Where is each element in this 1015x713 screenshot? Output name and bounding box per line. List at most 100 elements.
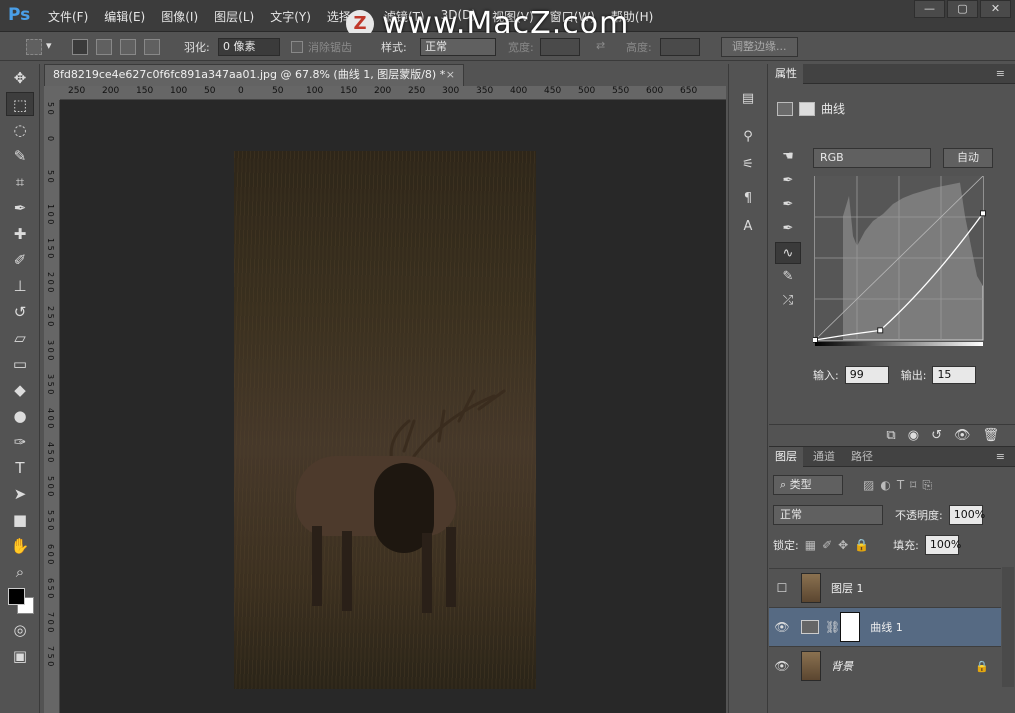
menu-edit[interactable]: 编辑(E) xyxy=(104,8,145,25)
curves-graph[interactable] xyxy=(813,176,987,348)
brushes-panel-icon[interactable]: ⚲ xyxy=(735,126,761,148)
tab-paths[interactable]: 路径 xyxy=(845,447,879,467)
pixel-filter-icon[interactable]: ▨ xyxy=(863,478,874,492)
antialias-checkbox[interactable] xyxy=(291,41,303,53)
healing-tool-icon[interactable]: ✚ xyxy=(6,222,34,246)
layer-row-curves1[interactable]: 👁 ⛓ 曲线 1 xyxy=(769,607,1001,646)
lasso-tool-icon[interactable]: ◌ xyxy=(6,118,34,142)
refine-edge-button[interactable]: 调整边缘... xyxy=(721,37,798,57)
minimize-button[interactable]: — xyxy=(914,0,945,18)
intersect-selection-icon[interactable] xyxy=(144,39,160,55)
layer-row-background[interactable]: 👁 背景 🔒 xyxy=(769,646,1001,685)
input-value-field[interactable]: 99 xyxy=(844,366,889,384)
chevron-down-icon[interactable]: ▾ xyxy=(46,39,52,52)
eye-icon[interactable]: 👁 xyxy=(769,620,795,634)
stamp-tool-icon[interactable]: ⊥ xyxy=(6,274,34,298)
mask-icon[interactable] xyxy=(799,101,815,116)
document-tab[interactable]: 8fd8219ce4e627c0f6fc891a347aa01.jpg @ 67… xyxy=(44,64,464,86)
tab-layers[interactable]: 图层 xyxy=(769,447,803,467)
adjustment-filter-icon[interactable]: ◐ xyxy=(880,478,890,492)
smooth-curve-icon[interactable]: ⤮ xyxy=(775,290,801,312)
lock-all-icon[interactable]: 🔒 xyxy=(854,538,869,552)
height-input[interactable] xyxy=(660,38,700,56)
elk-photo[interactable] xyxy=(234,151,536,689)
menu-file[interactable]: 文件(F) xyxy=(48,8,88,25)
character-panel-icon[interactable]: A xyxy=(735,216,761,238)
history-brush-tool-icon[interactable]: ↺ xyxy=(6,300,34,324)
black-point-eyedropper-icon[interactable]: ✒ xyxy=(775,170,801,192)
eye-icon[interactable]: 👁 xyxy=(769,659,795,673)
foreground-color-swatch[interactable] xyxy=(8,588,25,605)
color-swatches[interactable] xyxy=(6,586,42,616)
curve-control-point[interactable] xyxy=(877,327,884,334)
menu-type[interactable]: 文字(Y) xyxy=(270,8,311,25)
screen-mode-icon[interactable]: ▣ xyxy=(6,644,34,668)
paragraph-panel-icon[interactable]: ¶ xyxy=(735,188,761,210)
style-select[interactable]: 正常 xyxy=(420,38,496,56)
menu-layer[interactable]: 图层(L) xyxy=(214,8,254,25)
quick-mask-icon[interactable]: ◎ xyxy=(6,618,34,642)
curve-point-tool-icon[interactable]: ∿ xyxy=(775,242,801,264)
swap-icon[interactable]: ⇄ xyxy=(596,39,605,52)
new-selection-icon[interactable] xyxy=(72,39,88,55)
subtract-selection-icon[interactable] xyxy=(120,39,136,55)
layer-filter-select[interactable]: ⌕ 类型 xyxy=(773,475,843,495)
eraser-tool-icon[interactable]: ▱ xyxy=(6,326,34,350)
dodge-tool-icon[interactable]: ● xyxy=(6,404,34,428)
clip-to-layer-icon[interactable]: ⧉ xyxy=(886,428,895,443)
lock-transparent-icon[interactable]: ▦ xyxy=(805,538,816,552)
brush-presets-icon[interactable]: ⚟ xyxy=(735,154,761,176)
move-tool-icon[interactable]: ✥ xyxy=(6,66,34,90)
pencil-curve-tool-icon[interactable]: ✎ xyxy=(775,266,801,288)
lock-pixels-icon[interactable]: ✐ xyxy=(822,538,832,552)
blend-mode-select[interactable]: 正常 xyxy=(773,505,883,525)
smart-object-filter-icon[interactable]: ⎘ xyxy=(922,478,932,493)
auto-button[interactable]: 自动 xyxy=(943,148,993,168)
white-point-eyedropper-icon[interactable]: ✒ xyxy=(775,218,801,240)
type-tool-icon[interactable]: T xyxy=(6,456,34,480)
curve-control-point[interactable] xyxy=(813,337,818,343)
zoom-tool-icon[interactable]: ⌕ xyxy=(6,560,34,584)
path-select-tool-icon[interactable]: ➤ xyxy=(6,482,34,506)
brush-tool-icon[interactable]: ✐ xyxy=(6,248,34,272)
layer-row-layer1[interactable]: ☐ 图层 1 xyxy=(769,568,1001,607)
gray-point-eyedropper-icon[interactable]: ✒ xyxy=(775,194,801,216)
lock-position-icon[interactable]: ✥ xyxy=(838,538,848,552)
history-panel-icon[interactable]: ▤ xyxy=(735,88,761,110)
hand-tool-icon[interactable]: ✋ xyxy=(6,534,34,558)
curve-control-point[interactable] xyxy=(980,210,986,217)
gradient-tool-icon[interactable]: ▭ xyxy=(6,352,34,376)
menu-image[interactable]: 图像(I) xyxy=(161,8,198,25)
pen-tool-icon[interactable]: ✑ xyxy=(6,430,34,454)
canvas-area[interactable] xyxy=(60,100,726,713)
reset-icon[interactable]: ↺ xyxy=(931,428,942,443)
layers-menu-icon[interactable]: ≡ xyxy=(990,447,1011,467)
visibility-toggle[interactable]: ☐ xyxy=(769,581,795,595)
curves-adjustment-icon[interactable] xyxy=(777,101,793,116)
visibility-icon[interactable]: 👁 xyxy=(954,428,971,443)
shape-filter-icon[interactable]: ⌑ xyxy=(910,478,916,492)
output-value-field[interactable]: 15 xyxy=(932,366,977,384)
fill-input[interactable]: 100% xyxy=(924,535,961,555)
tab-channels[interactable]: 通道 xyxy=(807,447,841,467)
blur-tool-icon[interactable]: ◆ xyxy=(6,378,34,402)
type-filter-icon[interactable]: T xyxy=(897,478,904,492)
width-input[interactable] xyxy=(540,38,580,56)
view-previous-icon[interactable]: ◉ xyxy=(908,428,919,443)
opacity-input[interactable]: 100% xyxy=(948,505,985,525)
crop-tool-icon[interactable]: ⌗ xyxy=(6,170,34,194)
feather-input[interactable]: 0 像素 xyxy=(218,38,280,56)
delete-icon[interactable]: 🗑 xyxy=(982,428,999,443)
marquee-preset-icon[interactable] xyxy=(26,39,42,55)
restore-button[interactable]: ▢ xyxy=(947,0,978,18)
eyedropper-tool-icon[interactable]: ✒ xyxy=(6,196,34,220)
panel-menu-icon[interactable]: ≡ xyxy=(990,64,1011,84)
close-button[interactable]: ✕ xyxy=(980,0,1011,18)
add-selection-icon[interactable] xyxy=(96,39,112,55)
channel-select[interactable]: RGB xyxy=(813,148,931,168)
layers-scrollbar[interactable] xyxy=(1002,567,1014,687)
targeted-adjust-icon[interactable]: ☚ xyxy=(775,146,801,168)
tab-properties[interactable]: 属性 xyxy=(769,64,803,84)
quick-select-tool-icon[interactable]: ✎ xyxy=(6,144,34,168)
marquee-tool-icon[interactable]: ⬚ xyxy=(6,92,34,116)
